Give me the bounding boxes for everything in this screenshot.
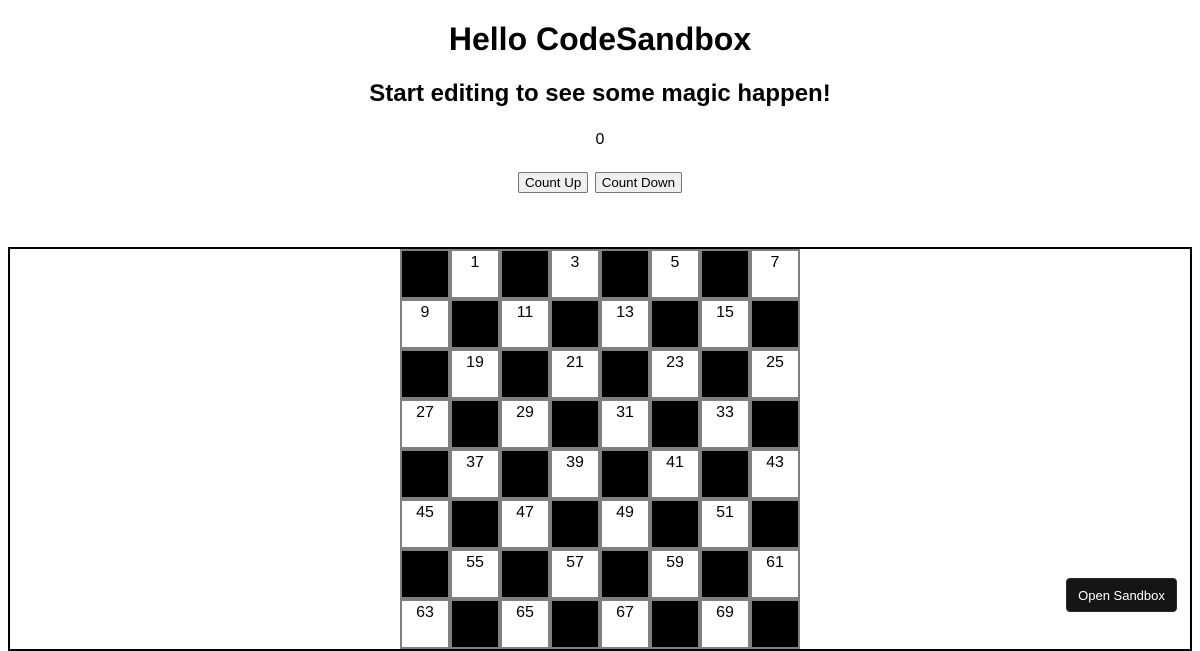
board-cell-dark[interactable]	[600, 249, 650, 299]
board-cell-dark[interactable]	[500, 349, 550, 399]
board-cell-light[interactable]: 21	[550, 349, 600, 399]
board-cell-dark[interactable]	[500, 449, 550, 499]
board-cell-dark[interactable]	[700, 249, 750, 299]
board-cell-dark[interactable]	[650, 299, 700, 349]
app-root: Hello CodeSandbox Start editing to see s…	[0, 0, 1200, 193]
board-cell-light[interactable]: 45	[400, 499, 450, 549]
board-cell-dark[interactable]	[650, 599, 700, 649]
board-cell-dark[interactable]	[450, 599, 500, 649]
board-cell-light[interactable]: 25	[750, 349, 800, 399]
board-cell-dark[interactable]	[550, 499, 600, 549]
counter-value: 0	[595, 131, 605, 148]
board-cell-light[interactable]: 13	[600, 299, 650, 349]
board-cell-light[interactable]: 19	[450, 349, 500, 399]
board-cell-dark[interactable]	[600, 449, 650, 499]
board-cell-dark[interactable]	[750, 299, 800, 349]
board-cell-light[interactable]: 33	[700, 399, 750, 449]
board-cell-light[interactable]: 39	[550, 449, 600, 499]
board-cell-light[interactable]: 11	[500, 299, 550, 349]
board-cell-light[interactable]: 27	[400, 399, 450, 449]
board-cell-dark[interactable]	[500, 549, 550, 599]
board-cell-dark[interactable]	[650, 499, 700, 549]
board-cell-dark[interactable]	[550, 599, 600, 649]
board-cell-light[interactable]: 1	[450, 249, 500, 299]
board-cell-light[interactable]: 9	[400, 299, 450, 349]
board-cell-dark[interactable]	[400, 349, 450, 399]
board-cell-light[interactable]: 65	[500, 599, 550, 649]
board-cell-dark[interactable]	[700, 449, 750, 499]
board-cell-light[interactable]: 23	[650, 349, 700, 399]
board-cell-light[interactable]: 31	[600, 399, 650, 449]
board-cell-dark[interactable]	[400, 549, 450, 599]
board-cell-light[interactable]: 3	[550, 249, 600, 299]
open-sandbox-button[interactable]: Open Sandbox	[1066, 578, 1177, 612]
board-cell-dark[interactable]	[700, 349, 750, 399]
board-cell-dark[interactable]	[750, 599, 800, 649]
board-cell-dark[interactable]	[450, 299, 500, 349]
board-cell-dark[interactable]	[650, 399, 700, 449]
checkerboard: 1 3 5 7 9 11 13 15 19 21 23 25 27 29 31 33 37 39 41 43 45 47 4…	[400, 249, 800, 649]
board-cell-dark[interactable]	[500, 249, 550, 299]
page-subtitle: Start editing to see some magic happen!	[369, 80, 831, 107]
board-cell-dark[interactable]	[600, 549, 650, 599]
board-cell-light[interactable]: 59	[650, 549, 700, 599]
count-up-button[interactable]: Count Up	[517, 172, 589, 193]
board-cell-light[interactable]: 69	[700, 599, 750, 649]
board-cell-light[interactable]: 67	[600, 599, 650, 649]
page-title: Hello CodeSandbox	[448, 21, 752, 57]
board-cell-dark[interactable]	[600, 349, 650, 399]
board-cell-light[interactable]: 49	[600, 499, 650, 549]
board-cell-dark[interactable]	[450, 499, 500, 549]
board-cell-light[interactable]: 61	[750, 549, 800, 599]
board-cell-dark[interactable]	[550, 299, 600, 349]
board-cell-light[interactable]: 7	[750, 249, 800, 299]
board-cell-light[interactable]: 29	[500, 399, 550, 449]
board-cell-dark[interactable]	[400, 449, 450, 499]
board-cell-light[interactable]: 55	[450, 549, 500, 599]
board-cell-dark[interactable]	[750, 399, 800, 449]
board-cell-light[interactable]: 57	[550, 549, 600, 599]
board-cell-light[interactable]: 15	[700, 299, 750, 349]
board-cell-light[interactable]: 63	[400, 599, 450, 649]
board-container: 1 3 5 7 9 11 13 15 19 21 23 25 27 29 31 33 37 39 41 43 45 47 4…	[8, 247, 1192, 651]
board-cell-light[interactable]: 43	[750, 449, 800, 499]
board-cell-light[interactable]: 51	[700, 499, 750, 549]
board-cell-light[interactable]: 47	[500, 499, 550, 549]
board-cell-light[interactable]: 41	[650, 449, 700, 499]
board-cell-light[interactable]: 5	[650, 249, 700, 299]
board-cell-dark[interactable]	[700, 549, 750, 599]
board-cell-dark[interactable]	[450, 399, 500, 449]
board-cell-dark[interactable]	[400, 249, 450, 299]
count-down-button[interactable]: Count Down	[594, 172, 683, 193]
board-cell-dark[interactable]	[550, 399, 600, 449]
board-cell-light[interactable]: 37	[450, 449, 500, 499]
counter-controls: Count Up Count Down	[0, 149, 1200, 193]
board-cell-dark[interactable]	[750, 499, 800, 549]
